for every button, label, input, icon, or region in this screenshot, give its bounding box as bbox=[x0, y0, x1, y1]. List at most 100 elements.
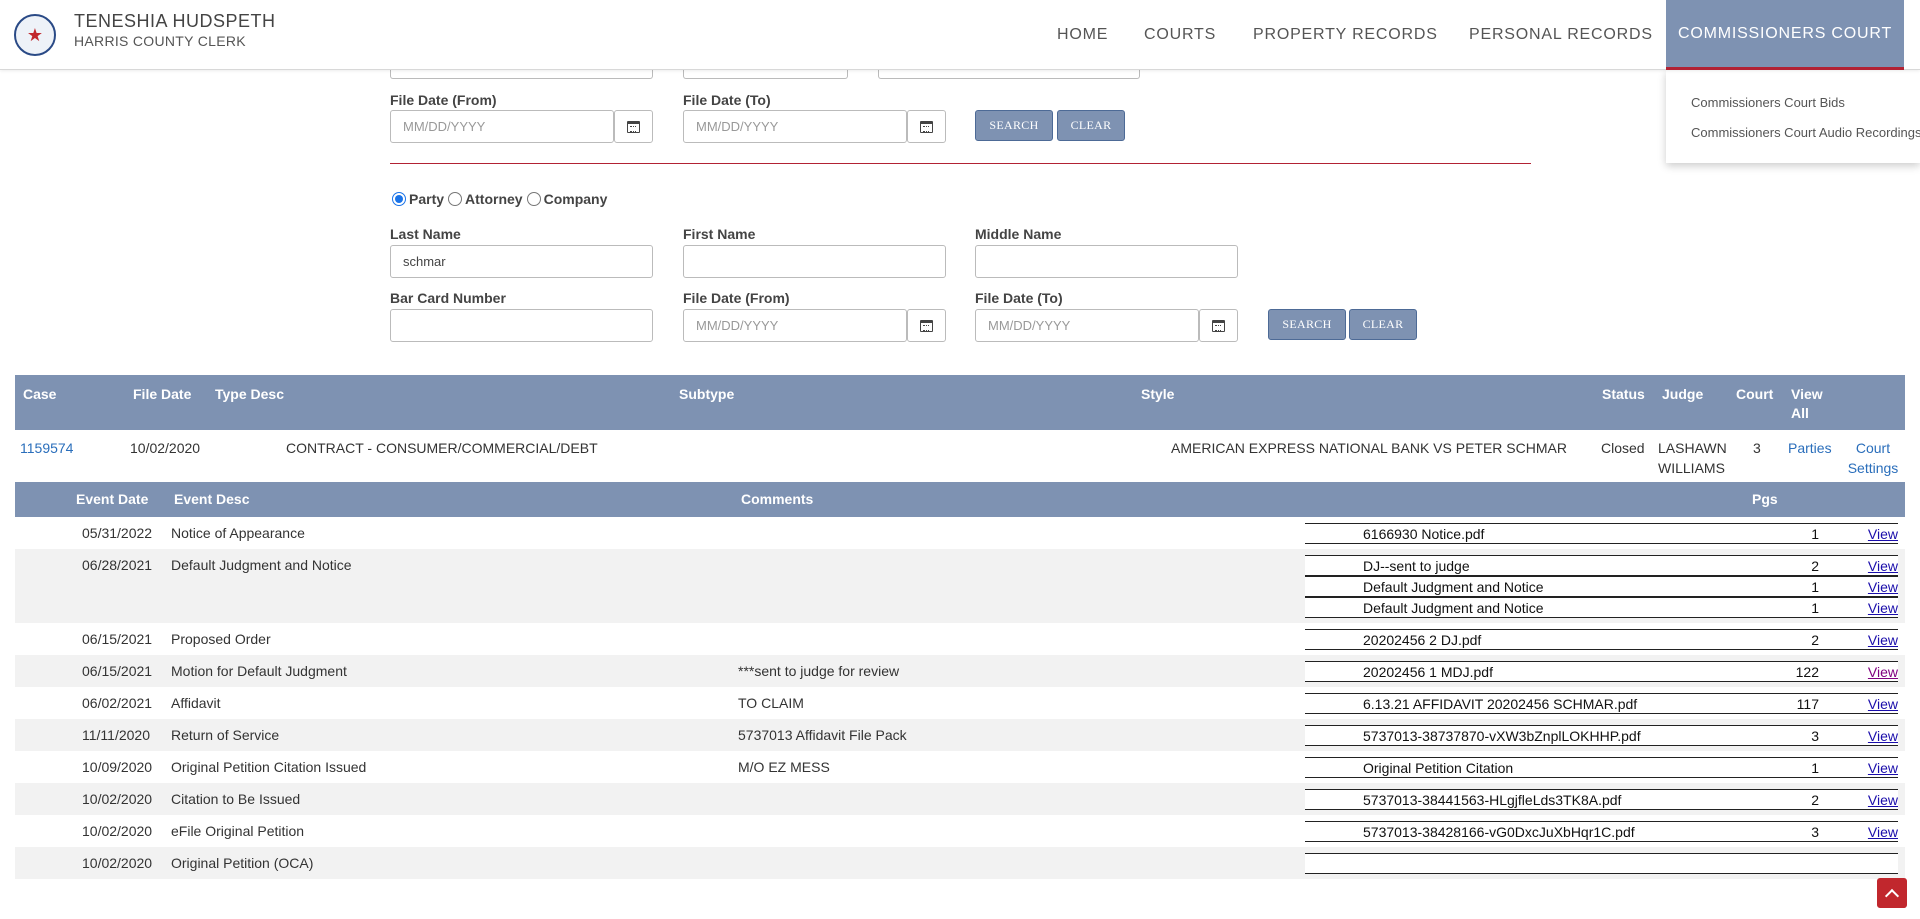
case-number-link[interactable]: 1159574 bbox=[20, 438, 73, 458]
view-document-link[interactable]: View bbox=[1868, 824, 1898, 840]
clear-button[interactable]: CLEAR bbox=[1349, 309, 1417, 340]
county-seal-logo[interactable]: ★ bbox=[14, 14, 56, 56]
event-comment: 5737013 Affidavit File Pack bbox=[738, 727, 907, 743]
file-date-from-input[interactable]: MM/DD/YYYY bbox=[390, 110, 614, 143]
court-settings-link[interactable]: Court Settings bbox=[1843, 438, 1903, 478]
view-document-link[interactable]: View bbox=[1868, 526, 1898, 542]
file-date-to-input[interactable]: MM/DD/YYYY bbox=[975, 309, 1199, 342]
bar-card-label: Bar Card Number bbox=[390, 290, 506, 306]
nav-personal-records[interactable]: PERSONAL RECORDS bbox=[1469, 0, 1653, 70]
radio-party[interactable] bbox=[392, 192, 406, 206]
radio-attorney[interactable] bbox=[448, 192, 463, 206]
document-row: 6166930 Notice.pdf 1 View bbox=[1305, 523, 1898, 544]
bar-card-field[interactable] bbox=[390, 309, 653, 342]
view-document-link[interactable]: View bbox=[1868, 632, 1898, 648]
file-date-to-label: File Date (To) bbox=[975, 290, 1063, 306]
calendar-button[interactable] bbox=[1199, 309, 1238, 342]
calendar-icon bbox=[920, 319, 933, 332]
document-pages: 1 bbox=[1811, 600, 1819, 616]
seal-star-icon: ★ bbox=[26, 25, 44, 45]
nav-property-records[interactable]: PROPERTY RECORDS bbox=[1253, 0, 1438, 70]
view-document-link[interactable]: View bbox=[1868, 600, 1898, 616]
last-name-field[interactable]: schmar bbox=[390, 245, 653, 278]
file-date-from-label: File Date (From) bbox=[390, 92, 497, 108]
calendar-button[interactable] bbox=[907, 309, 946, 342]
nav-home[interactable]: HOME bbox=[1057, 0, 1108, 70]
event-row: 06/02/2021 Affidavit TO CLAIM 6.13.21 AFFID… bbox=[15, 687, 1905, 719]
back-to-top-button[interactable] bbox=[1877, 878, 1907, 908]
first-name-field[interactable] bbox=[683, 245, 946, 278]
calendar-button[interactable] bbox=[907, 110, 946, 143]
event-comment: M/O EZ MESS bbox=[738, 759, 830, 775]
col-style: Style bbox=[1141, 386, 1175, 402]
event-row: 06/15/2021 Motion for Default Judgment ***… bbox=[15, 655, 1905, 687]
document-row: 5737013-38737870-vXW3bZnplLOKHHP.pdf 3 Vie… bbox=[1305, 725, 1898, 746]
parties-link[interactable]: Parties bbox=[1788, 438, 1832, 458]
document-row: Default Judgment and Notice 1 View bbox=[1305, 597, 1898, 618]
view-document-link[interactable]: View bbox=[1868, 728, 1898, 744]
radio-company[interactable] bbox=[526, 192, 541, 206]
case-row: 1159574 10/02/2020 CONTRACT - CONSUMER/C… bbox=[15, 430, 1905, 482]
view-document-link[interactable]: View bbox=[1868, 558, 1898, 574]
document-name: 20202456 1 MDJ.pdf bbox=[1363, 664, 1493, 680]
view-document-link[interactable]: View bbox=[1868, 664, 1898, 680]
col-judge: Judge bbox=[1662, 386, 1704, 402]
event-row: 05/31/2022 Notice of Appearance 6166930 No… bbox=[15, 517, 1905, 549]
col-event-desc: Event Desc bbox=[174, 491, 250, 507]
case-file-date: 10/02/2020 bbox=[130, 440, 201, 456]
clear-button[interactable]: CLEAR bbox=[1057, 110, 1125, 141]
event-desc: Proposed Order bbox=[171, 631, 271, 647]
document-pages: 2 bbox=[1811, 558, 1819, 574]
document-name: 5737013-38441563-HLgjfleLds3TK8A.pdf bbox=[1363, 792, 1622, 808]
event-desc: Notice of Appearance bbox=[171, 525, 305, 541]
nav-courts[interactable]: COURTS bbox=[1144, 0, 1216, 70]
document-pages: 2 bbox=[1811, 632, 1819, 648]
search-button[interactable]: SEARCH bbox=[1268, 309, 1346, 340]
first-name-label: First Name bbox=[683, 226, 756, 242]
file-date-from-input[interactable]: MM/DD/YYYY bbox=[683, 309, 907, 342]
document-name: 5737013-38737870-vXW3bZnplLOKHHP.pdf bbox=[1363, 728, 1641, 744]
view-document-link[interactable]: View bbox=[1868, 579, 1898, 595]
event-desc: eFile Original Petition bbox=[171, 823, 305, 839]
document-name: 20202456 2 DJ.pdf bbox=[1363, 632, 1482, 648]
document-pages: 3 bbox=[1811, 728, 1819, 744]
calendar-button[interactable] bbox=[614, 110, 653, 143]
document-name: DJ--sent to judge bbox=[1363, 558, 1470, 574]
nav-commissioners-court[interactable]: COMMISSIONERS COURT bbox=[1666, 0, 1904, 70]
document-name: 6166930 Notice.pdf bbox=[1363, 526, 1485, 542]
event-desc: Original Petition (OCA) bbox=[171, 855, 314, 871]
file-date-to-input[interactable]: MM/DD/YYYY bbox=[683, 110, 907, 143]
event-desc: Original Petition Citation Issued bbox=[171, 759, 367, 775]
document-row: 20202456 2 DJ.pdf 2 View bbox=[1305, 629, 1898, 650]
event-date: 10/02/2020 bbox=[82, 791, 153, 807]
document-name: Original Petition Citation bbox=[1363, 760, 1514, 776]
document-pages: 2 bbox=[1811, 792, 1819, 808]
radio-party-label[interactable]: Party bbox=[409, 191, 444, 207]
site-header: ★ TENESHIA HUDSPETH HARRIS COUNTY CLERK … bbox=[0, 0, 1920, 70]
brand-name[interactable]: TENESHIA HUDSPETH bbox=[74, 11, 276, 32]
radio-attorney-label[interactable]: Attorney bbox=[465, 191, 523, 207]
view-document-link[interactable]: View bbox=[1868, 792, 1898, 808]
event-row: 10/02/2020 Original Petition (OCA) bbox=[15, 847, 1905, 879]
case-style: AMERICAN EXPRESS NATIONAL BANK VS PETER … bbox=[1171, 440, 1567, 456]
col-comments: Comments bbox=[741, 491, 814, 507]
menu-item-commissioners-court-bids[interactable]: Commissioners Court Bids bbox=[1691, 95, 1845, 110]
event-date: 10/02/2020 bbox=[82, 823, 153, 839]
col-type-desc: Type Desc bbox=[215, 386, 284, 402]
document-name: 6.13.21 AFFIDAVIT 20202456 SCHMAR.pdf bbox=[1363, 696, 1638, 712]
search-button[interactable]: SEARCH bbox=[975, 110, 1053, 141]
radio-company-label[interactable]: Company bbox=[544, 191, 608, 207]
document-row: 5737013-38441563-HLgjfleLds3TK8A.pdf 2 Vie… bbox=[1305, 789, 1898, 810]
event-date: 06/15/2021 bbox=[82, 631, 153, 647]
event-desc: Motion for Default Judgment bbox=[171, 663, 347, 679]
document-row: 5737013-38428166-vG0DxcJuXbHqr1C.pdf 3 Vie… bbox=[1305, 821, 1898, 842]
view-document-link[interactable]: View bbox=[1868, 696, 1898, 712]
col-pgs: Pgs bbox=[1752, 491, 1778, 507]
menu-item-commissioners-audio-recordings[interactable]: Commissioners Court Audio Recordings bbox=[1691, 125, 1920, 140]
event-desc: Citation to Be Issued bbox=[171, 791, 301, 807]
middle-name-field[interactable] bbox=[975, 245, 1238, 278]
brand-subtitle[interactable]: HARRIS COUNTY CLERK bbox=[74, 33, 246, 49]
event-comment: TO CLAIM bbox=[738, 695, 804, 711]
event-row: 10/02/2020 eFile Original Petition 5737013… bbox=[15, 815, 1905, 847]
view-document-link[interactable]: View bbox=[1868, 760, 1898, 776]
